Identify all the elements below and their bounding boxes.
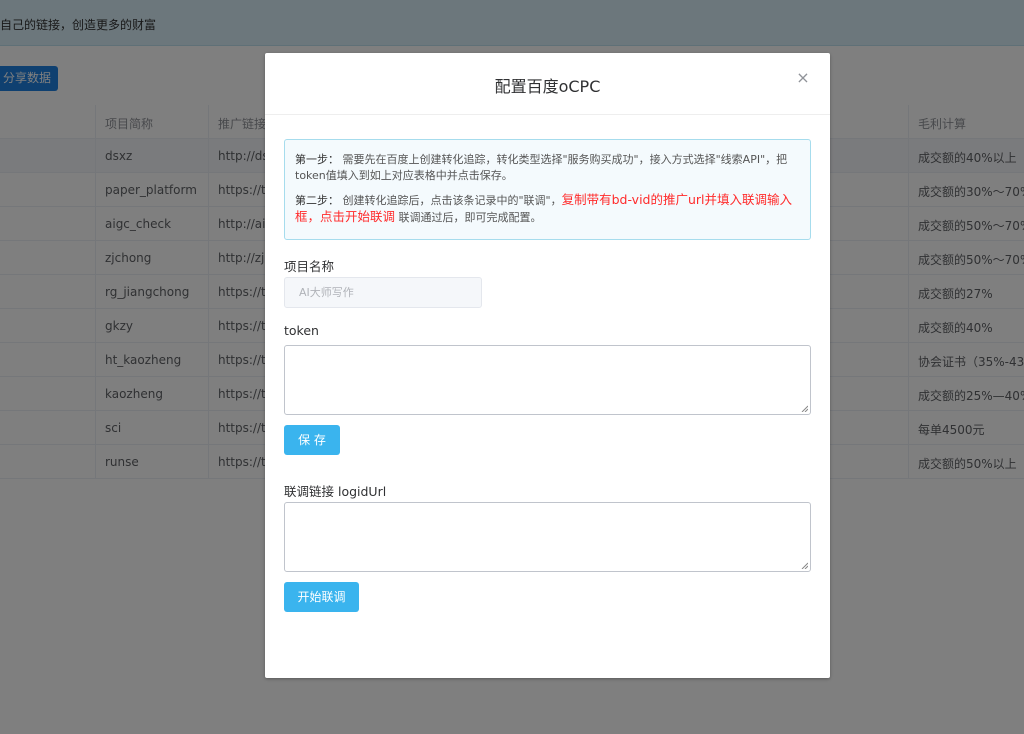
- resize-handle-icon[interactable]: [801, 562, 808, 569]
- token-textarea[interactable]: [284, 345, 811, 415]
- step-two-label: 第二步：: [295, 194, 339, 207]
- step-two-text: 创建转化追踪后，点击该条记录中的"联调"，: [342, 194, 562, 207]
- ocpc-config-dialog: 配置百度oCPC × 第一步： 需要先在百度上创建转化追踪，转化类型选择"服务购…: [265, 53, 830, 678]
- step-one-label: 第一步：: [295, 153, 339, 166]
- start-debug-button[interactable]: 开始联调: [284, 582, 359, 612]
- step-one-text: 需要先在百度上创建转化追踪，转化类型选择"服务购买成功"，接入方式选择"线索AP…: [295, 153, 788, 182]
- logid-url-textarea[interactable]: [284, 502, 811, 572]
- project-name-input: AI大师写作: [284, 277, 482, 308]
- dialog-header: 配置百度oCPC ×: [265, 53, 830, 115]
- instructions-notice: 第一步： 需要先在百度上创建转化追踪，转化类型选择"服务购买成功"，接入方式选择…: [284, 139, 811, 240]
- resize-handle-icon[interactable]: [801, 405, 808, 412]
- step-two-end: 联调通过后，即可完成配置。: [398, 211, 542, 224]
- token-label: token: [284, 323, 319, 338]
- close-icon[interactable]: ×: [796, 70, 810, 86]
- step-two: 第二步： 创建转化追踪后，点击该条记录中的"联调"，复制带有bd-vid的推广u…: [295, 192, 800, 226]
- project-name-label: 项目名称: [284, 259, 335, 274]
- step-one: 第一步： 需要先在百度上创建转化追踪，转化类型选择"服务购买成功"，接入方式选择…: [295, 152, 800, 184]
- dialog-title: 配置百度oCPC: [494, 77, 601, 96]
- save-button[interactable]: 保 存: [284, 425, 340, 455]
- logid-url-label: 联调链接 logidUrl: [284, 484, 387, 499]
